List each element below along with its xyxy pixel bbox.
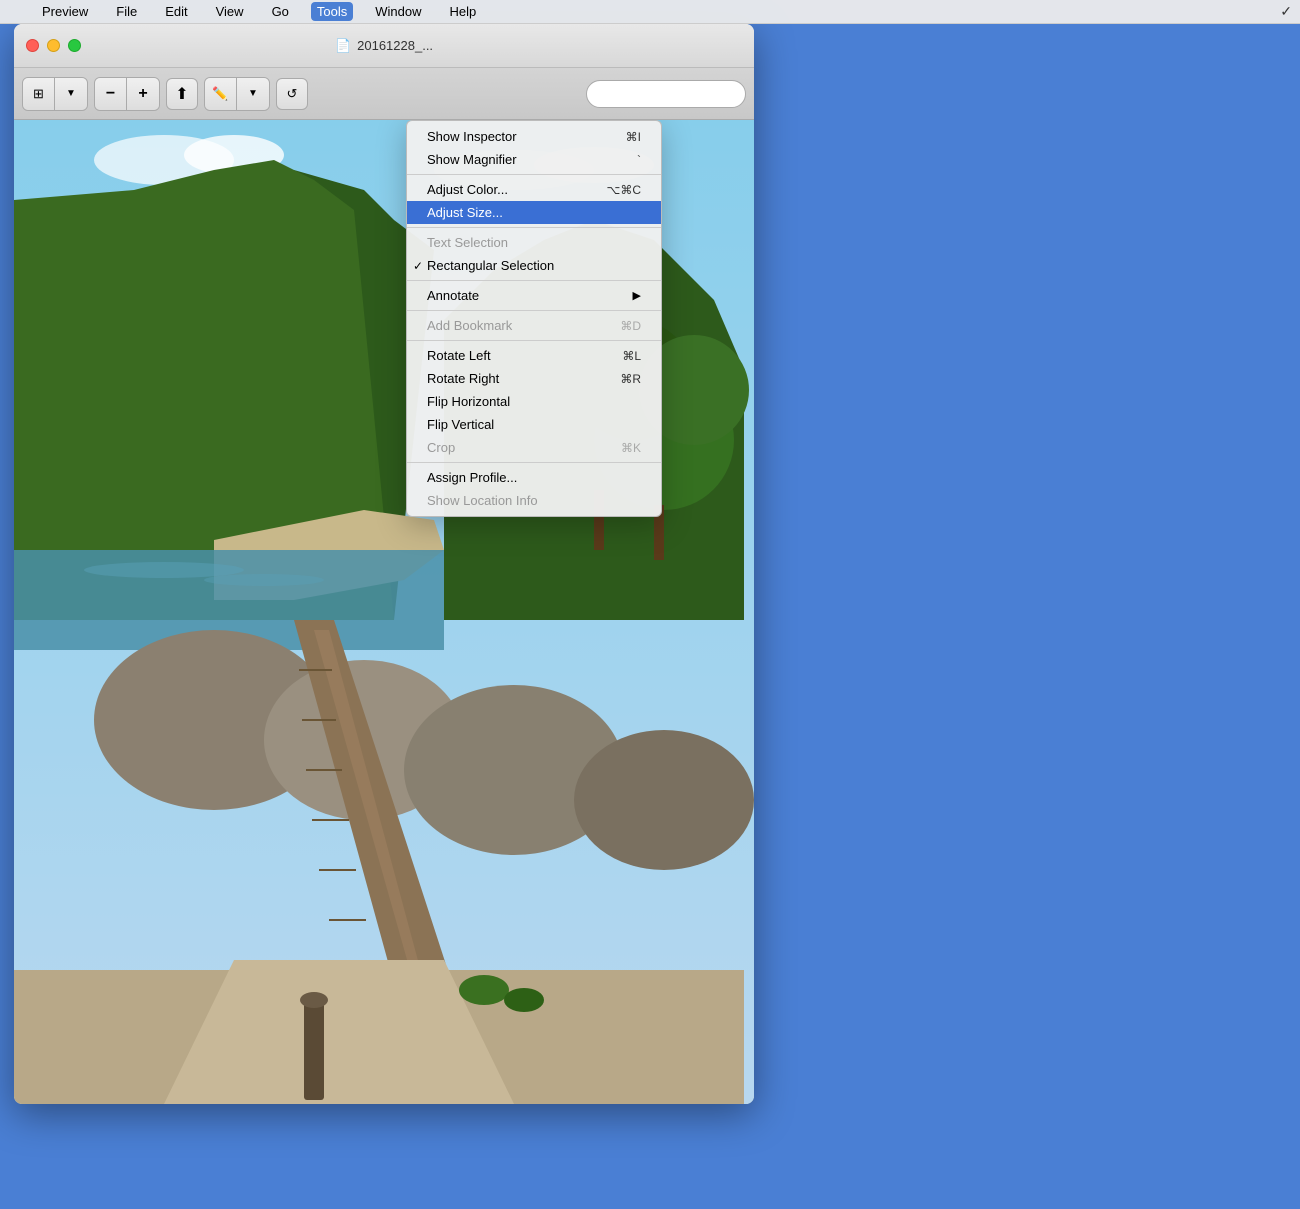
menu-item-show-location-info[interactable]: Show Location Info: [407, 489, 661, 512]
adjust-size-label: Adjust Size...: [427, 205, 503, 220]
rotate-right-label: Rotate Right: [427, 371, 499, 386]
crop-label: Crop: [427, 440, 455, 455]
tools-dropdown-menu: Show Inspector ⌘I Show Magnifier ` Adjus…: [406, 120, 662, 517]
file-name: 20161228_...: [357, 38, 433, 53]
crop-shortcut: ⌘K: [621, 441, 641, 455]
menubar-help[interactable]: Help: [444, 2, 483, 21]
apple-menu[interactable]: [8, 10, 20, 14]
title-bar: 📄 20161228_...: [14, 24, 754, 68]
menubar-edit[interactable]: Edit: [159, 2, 193, 21]
show-inspector-shortcut: ⌘I: [626, 130, 641, 144]
rotate-left-shortcut: ⌘L: [622, 349, 641, 363]
menubar-view[interactable]: View: [210, 2, 250, 21]
rectangular-selection-check: ✓: [413, 259, 423, 273]
annotate-label: Annotate: [427, 288, 479, 303]
search-input[interactable]: [586, 80, 746, 108]
sidebar-button-group: ⊞ ▼: [22, 77, 88, 111]
show-magnifier-label: Show Magnifier: [427, 152, 517, 167]
sidebar-chevron-button[interactable]: ▼: [55, 78, 87, 110]
menu-item-add-bookmark[interactable]: Add Bookmark ⌘D: [407, 314, 661, 337]
separator-2: [407, 227, 661, 228]
menu-item-rotate-right[interactable]: Rotate Right ⌘R: [407, 367, 661, 390]
markup-chevron-button[interactable]: ▼: [237, 78, 269, 110]
sidebar-toggle-button[interactable]: ⊞: [23, 78, 55, 110]
menu-item-assign-profile[interactable]: Assign Profile...: [407, 466, 661, 489]
zoom-button-group: − +: [94, 77, 160, 111]
menubar-window[interactable]: Window: [369, 2, 427, 21]
desktop-area: [760, 24, 1300, 1209]
add-bookmark-shortcut: ⌘D: [620, 319, 641, 333]
menubar-file[interactable]: File: [110, 2, 143, 21]
menu-item-crop[interactable]: Crop ⌘K: [407, 436, 661, 459]
zoom-in-button[interactable]: +: [127, 78, 159, 110]
flip-horizontal-label: Flip Horizontal: [427, 394, 510, 409]
menu-item-text-selection[interactable]: Text Selection: [407, 231, 661, 254]
show-magnifier-shortcut: `: [637, 153, 641, 167]
app-window: 📄 20161228_... ⊞ ▼ − + ⬆ ✏️ ▼ ↺: [14, 24, 754, 1104]
menu-item-rotate-left[interactable]: Rotate Left ⌘L: [407, 344, 661, 367]
flip-vertical-label: Flip Vertical: [427, 417, 494, 432]
minimize-button[interactable]: [47, 39, 60, 52]
show-location-info-label: Show Location Info: [427, 493, 538, 508]
menubar-go[interactable]: Go: [266, 2, 295, 21]
separator-1: [407, 174, 661, 175]
menu-item-rectangular-selection[interactable]: ✓ Rectangular Selection: [407, 254, 661, 277]
markup-button-group: ✏️ ▼: [204, 77, 270, 111]
menu-item-show-magnifier[interactable]: Show Magnifier `: [407, 148, 661, 171]
separator-5: [407, 340, 661, 341]
adjust-color-label: Adjust Color...: [427, 182, 508, 197]
menu-item-adjust-color[interactable]: Adjust Color... ⌥⌘C: [407, 178, 661, 201]
zoom-out-button[interactable]: −: [95, 78, 127, 110]
menubar-preview[interactable]: Preview: [36, 2, 94, 21]
adjust-color-shortcut: ⌥⌘C: [607, 183, 642, 197]
image-area: Show Inspector ⌘I Show Magnifier ` Adjus…: [14, 120, 754, 1104]
show-inspector-label: Show Inspector: [427, 129, 517, 144]
rotate-right-shortcut: ⌘R: [620, 372, 641, 386]
close-button[interactable]: [26, 39, 39, 52]
menu-item-annotate[interactable]: Annotate ▶: [407, 284, 661, 307]
text-selection-label: Text Selection: [427, 235, 508, 250]
add-bookmark-label: Add Bookmark: [427, 318, 512, 333]
menu-item-flip-horizontal[interactable]: Flip Horizontal: [407, 390, 661, 413]
separator-6: [407, 462, 661, 463]
file-icon: 📄: [335, 38, 351, 54]
menu-item-adjust-size[interactable]: Adjust Size...: [407, 201, 661, 224]
menubar-tools[interactable]: Tools: [311, 2, 353, 21]
rectangular-selection-label: Rectangular Selection: [427, 258, 554, 273]
share-button[interactable]: ⬆: [166, 78, 198, 110]
menubar: Preview File Edit View Go Tools Window H…: [0, 0, 1300, 24]
separator-3: [407, 280, 661, 281]
menu-item-flip-vertical[interactable]: Flip Vertical: [407, 413, 661, 436]
markup-button[interactable]: ✏️: [205, 78, 237, 110]
fullscreen-button[interactable]: [68, 39, 81, 52]
window-title: 📄 20161228_...: [335, 38, 433, 54]
notification-icon: ✓: [1280, 3, 1292, 20]
menu-item-show-inspector[interactable]: Show Inspector ⌘I: [407, 125, 661, 148]
traffic-lights: [26, 39, 81, 52]
toolbar: ⊞ ▼ − + ⬆ ✏️ ▼ ↺: [14, 68, 754, 120]
separator-4: [407, 310, 661, 311]
rotate-left-label: Rotate Left: [427, 348, 491, 363]
rotate-button[interactable]: ↺: [276, 78, 308, 110]
assign-profile-label: Assign Profile...: [427, 470, 517, 485]
annotate-submenu-arrow: ▶: [633, 289, 641, 302]
